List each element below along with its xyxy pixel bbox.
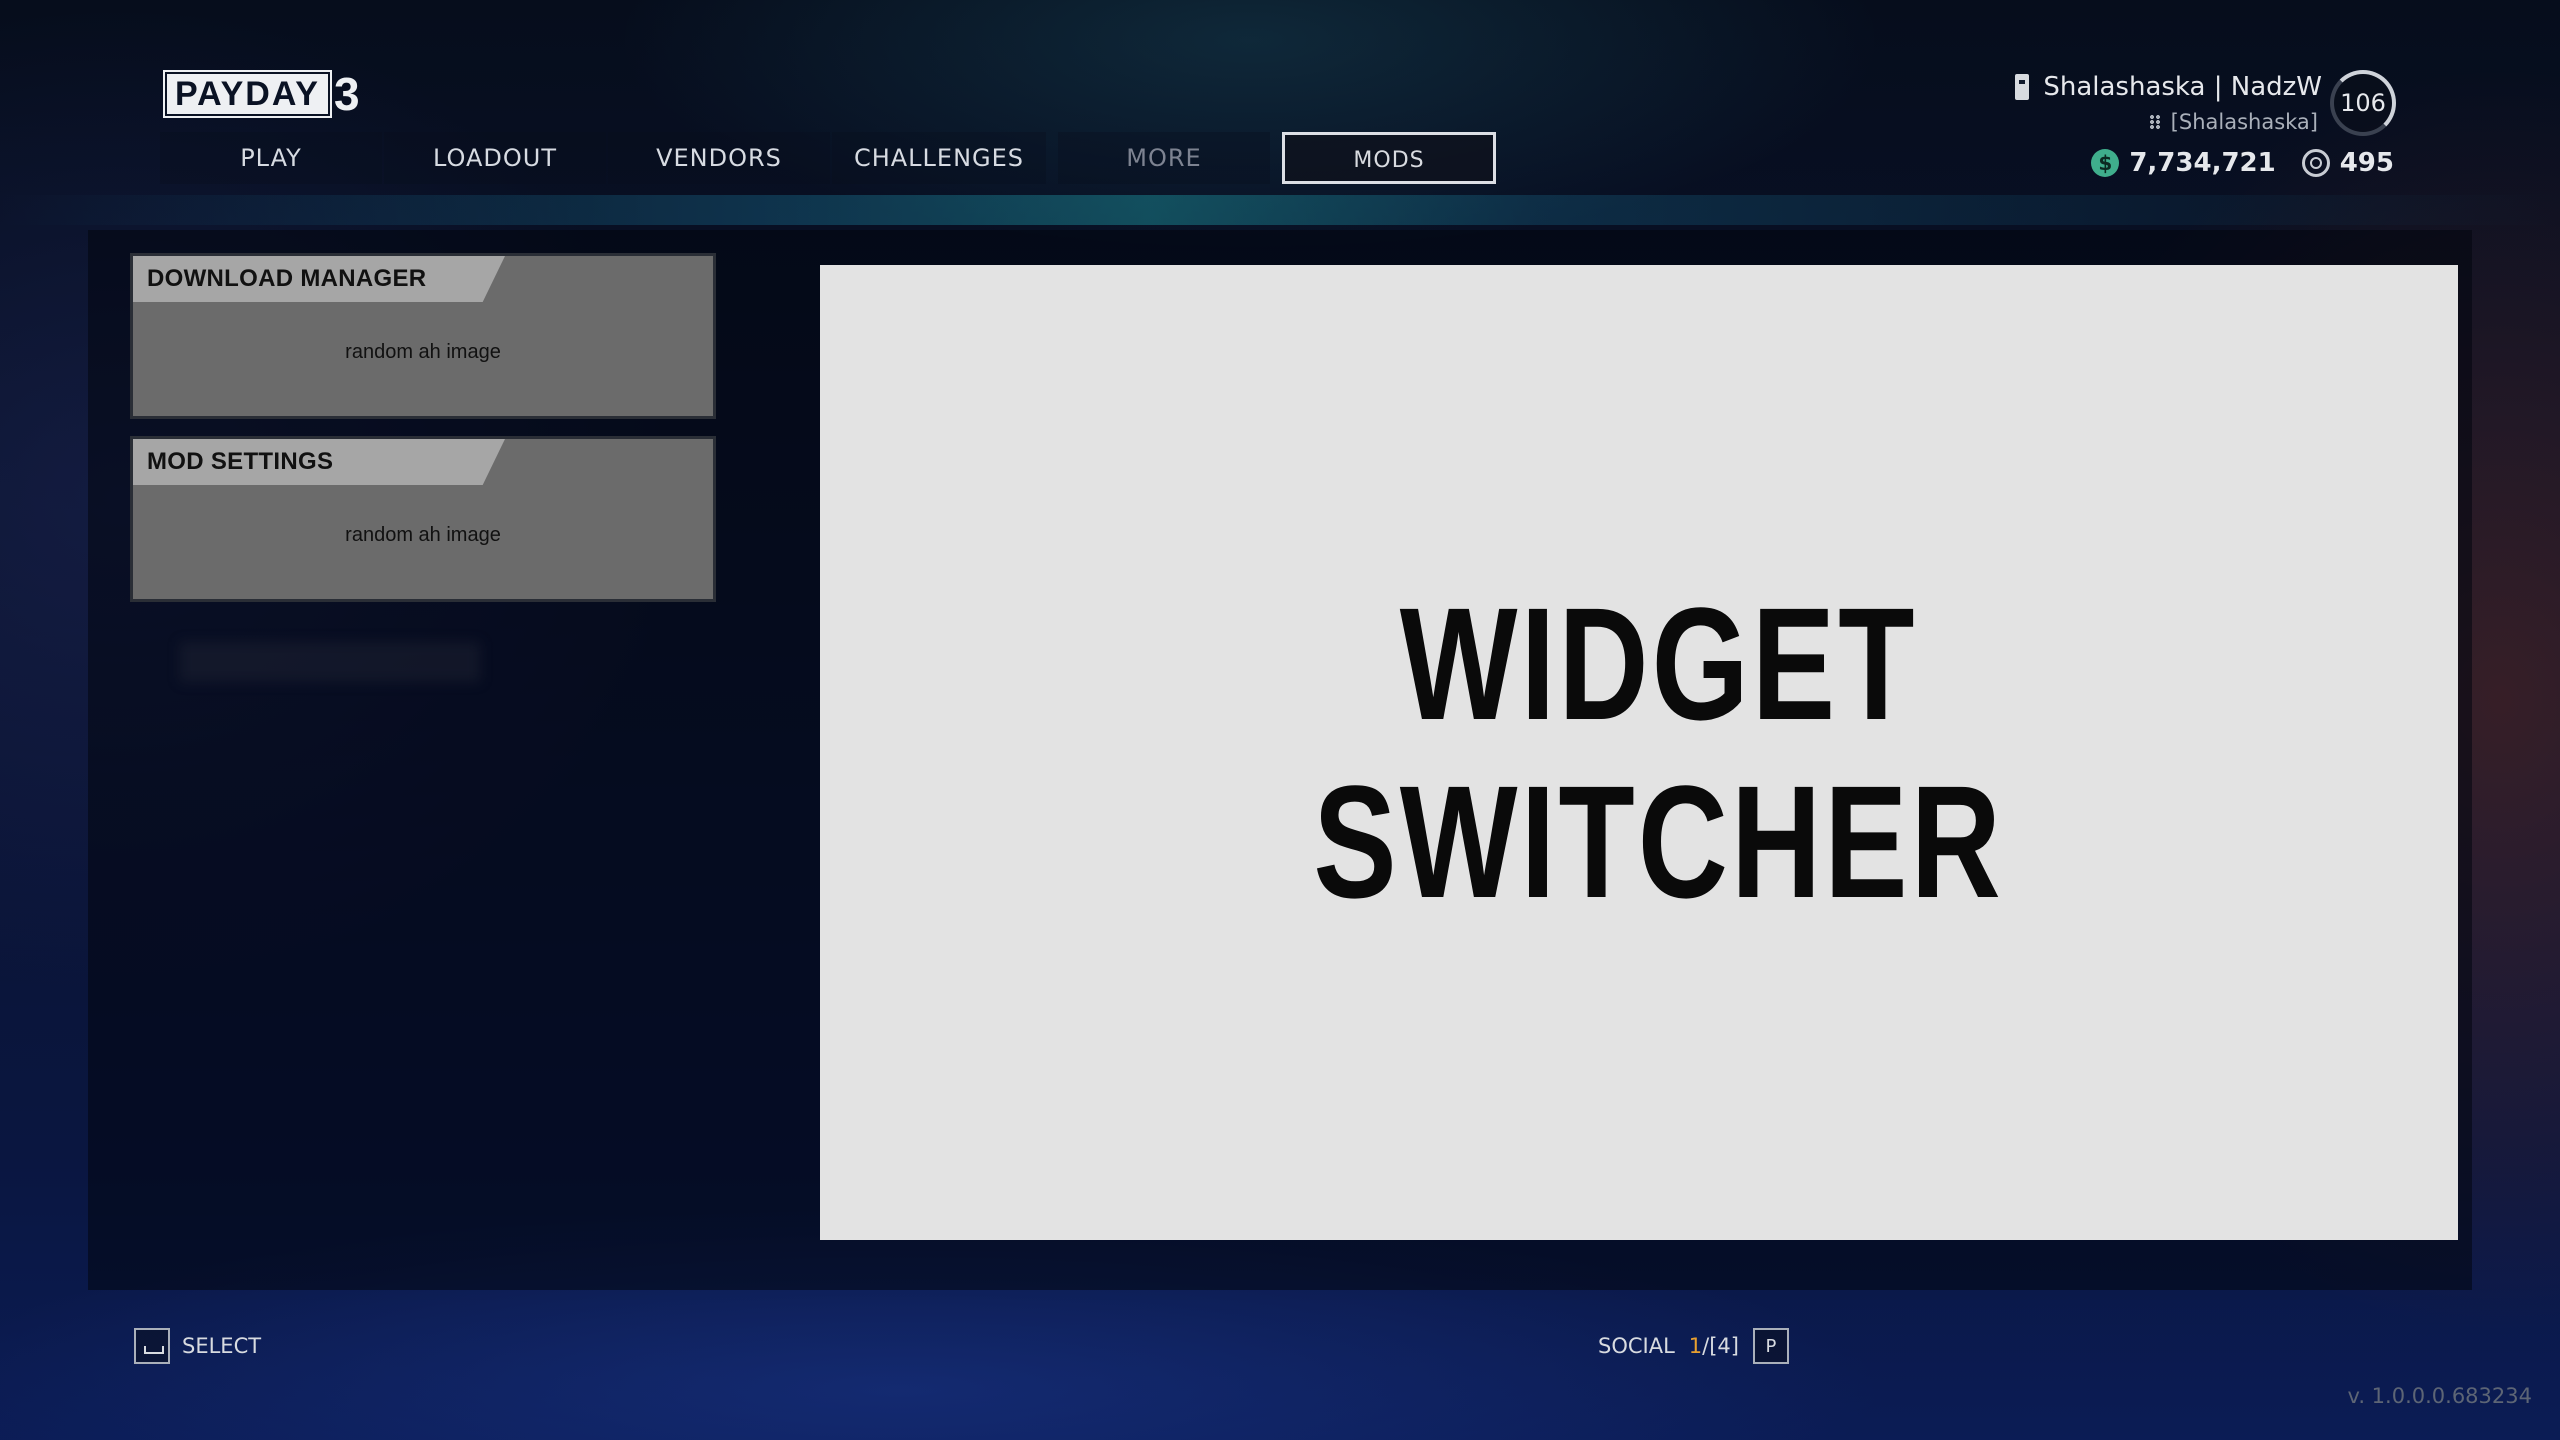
platform-grid-icon — [2148, 114, 2161, 130]
infamy-level-value: 106 — [2340, 89, 2386, 117]
select-label: SELECT — [182, 1334, 262, 1358]
preview-title-line1: WIDGET — [1400, 573, 1918, 753]
profile-platform-row: [Shalashaska] — [2148, 110, 2318, 134]
profile-platform-name: [Shalashaska] — [2170, 110, 2318, 134]
tab-loadout[interactable]: LOADOUT — [384, 132, 606, 184]
mod-settings-card[interactable]: MOD SETTINGS random ah image — [130, 436, 716, 602]
logo-number: 3 — [333, 68, 360, 120]
preview-title-line2: SWITCHER — [1313, 751, 2005, 931]
c-stacks-amount: 495 — [2339, 148, 2394, 178]
tab-play[interactable]: PLAY — [160, 132, 382, 184]
infamy-level-badge: 106 — [2330, 70, 2396, 136]
logo-wordmark: PAYDAY — [163, 70, 332, 118]
social-label: SOCIAL — [1598, 1334, 1675, 1358]
currency-row: $ 7,734,721 495 — [2091, 148, 2394, 178]
profile-display-name[interactable]: Shalashaska | NadzW — [2043, 72, 2322, 102]
profile-name-row: Shalashaska | NadzW — [2015, 72, 2322, 102]
tab-mods[interactable]: MODS — [1282, 132, 1496, 184]
faded-list-item — [180, 642, 480, 682]
widget-switcher-title: WIDGET SWITCHER — [1313, 573, 2005, 931]
cash-amount: 7,734,721 — [2129, 148, 2276, 178]
download-manager-card[interactable]: DOWNLOAD MANAGER random ah image — [130, 253, 716, 419]
social-prompt[interactable]: SOCIAL 1/[4] P — [1598, 1328, 1789, 1364]
cash-dollar-icon: $ — [2091, 149, 2120, 177]
card-title: MOD SETTINGS — [133, 439, 505, 485]
social-total-count: /[4] — [1702, 1334, 1739, 1358]
main-nav: PLAY LOADOUT VENDORS CHALLENGES MORE MOD… — [160, 132, 1496, 184]
tab-challenges[interactable]: CHALLENGES — [832, 132, 1046, 184]
widget-switcher-preview: WIDGET SWITCHER — [820, 265, 2458, 1240]
payday-3-logo: PAYDAY 3 — [163, 68, 360, 120]
select-prompt[interactable]: SELECT — [134, 1328, 261, 1364]
card-title: DOWNLOAD MANAGER — [133, 256, 505, 302]
version-label: v. 1.0.0.0.683234 — [2347, 1384, 2532, 1408]
tab-vendors[interactable]: VENDORS — [608, 132, 830, 184]
social-online-count: 1 — [1688, 1334, 1703, 1358]
c-stacks-icon — [2301, 149, 2330, 177]
social-count: 1/[4] — [1689, 1334, 1739, 1358]
card-body-text: random ah image — [345, 523, 501, 546]
tab-more[interactable]: MORE — [1058, 132, 1270, 184]
card-body-text: random ah image — [345, 340, 501, 363]
header-glow-strip — [0, 195, 2560, 225]
social-key-p-icon: P — [1752, 1328, 1789, 1364]
platform-icon — [2015, 74, 2030, 100]
spacebar-key-icon — [134, 1328, 170, 1364]
